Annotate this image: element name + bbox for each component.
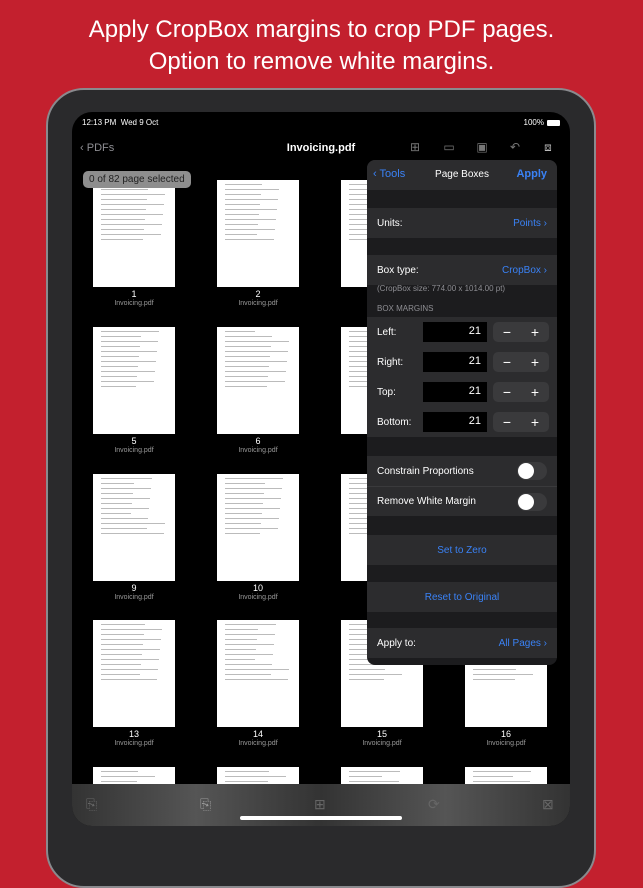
apply-to-row[interactable]: Apply to: All Pages › <box>367 628 557 658</box>
units-value: Points <box>513 217 541 229</box>
page-number: 6 <box>255 436 261 446</box>
bottom-toolbar: ⎘ ⎘ ⊞ ⟳ ⊠ <box>72 784 570 826</box>
margin-input[interactable]: 21 <box>423 382 487 402</box>
time: 12:13 PM <box>82 118 117 127</box>
box-type-row[interactable]: Box type: CropBox › <box>367 255 557 285</box>
headline-line: Option to remove white margins. <box>148 48 495 75</box>
headline-line: Apply CropBox margins to crop PDF pages. <box>88 16 555 43</box>
headline: Apply CropBox margins to crop PDF pages.… <box>0 14 643 78</box>
reset-button[interactable]: Reset to Original <box>367 582 557 612</box>
page-number: 10 <box>252 583 263 593</box>
page-boxes-panel: ‹ Tools Page Boxes Apply Units: Points › … <box>367 160 557 665</box>
set-to-zero-button[interactable]: Set to Zero <box>367 535 557 565</box>
remove-white-toggle[interactable] <box>517 492 547 511</box>
page-thumbnail[interactable] <box>93 180 175 287</box>
rotate-page-icon[interactable]: ⟳ <box>428 796 440 813</box>
apply-to-label: Apply to: <box>377 637 416 649</box>
apply-button[interactable]: Apply <box>516 168 547 180</box>
margin-input[interactable]: 21 <box>423 352 487 372</box>
increment-button[interactable]: + <box>521 412 549 432</box>
page-number: 16 <box>500 729 511 739</box>
margin-stepper[interactable]: − + <box>493 382 549 402</box>
box-type-label: Box type: <box>377 264 419 276</box>
margin-stepper[interactable]: − + <box>493 352 549 372</box>
add-page-icon[interactable]: ⊞ <box>314 796 326 813</box>
page-thumbnail[interactable] <box>93 620 175 727</box>
constrain-toggle[interactable] <box>517 462 547 480</box>
section-header: BOX MARGINS <box>377 304 434 313</box>
document-title: Invoicing.pdf <box>286 142 356 154</box>
home-indicator <box>240 816 402 820</box>
margin-label: Right: <box>377 356 404 368</box>
page-number: 1 <box>131 289 137 299</box>
page-filename: Invoicing.pdf <box>362 740 402 747</box>
decrement-button[interactable]: − <box>493 322 521 342</box>
toolbox-icon[interactable]: ⧈ <box>539 140 557 156</box>
page-number: 13 <box>128 729 139 739</box>
date: Wed 9 Oct <box>120 118 159 127</box>
decrement-button[interactable]: − <box>493 382 521 402</box>
apply-to-value: All Pages <box>498 637 541 649</box>
page-number: 14 <box>252 729 263 739</box>
page-number: 15 <box>376 729 387 739</box>
margin-label: Bottom: <box>377 416 412 428</box>
page-filename: Invoicing.pdf <box>114 740 154 747</box>
page-number: 5 <box>131 436 137 446</box>
margin-stepper[interactable]: − + <box>493 412 549 432</box>
increment-button[interactable]: + <box>521 352 549 372</box>
remove-white-label: Remove White Margin <box>377 496 476 507</box>
grid-icon[interactable]: ⊞ <box>406 140 424 156</box>
box-size-note: (CropBox size: 774.00 x 1014.00 pt) <box>377 284 506 293</box>
copy-icon[interactable]: ⎘ <box>200 796 211 813</box>
save-as-icon[interactable]: ▣ <box>473 140 491 156</box>
page-thumbnail[interactable] <box>93 474 175 581</box>
page-thumbnail[interactable] <box>217 327 299 434</box>
margin-label: Left: <box>377 326 397 338</box>
battery-level: 100% <box>523 118 544 127</box>
status-bar: 12:13 PM Wed 9 Oct 100% <box>82 118 560 127</box>
decrement-button[interactable]: − <box>493 412 521 432</box>
page-filename: Invoicing.pdf <box>238 447 278 454</box>
page-filename: Invoicing.pdf <box>114 594 154 601</box>
margin-stepper[interactable]: − + <box>493 322 549 342</box>
page-number: 2 <box>255 289 261 299</box>
units-row[interactable]: Units: Points › <box>367 208 557 238</box>
page-filename: Invoicing.pdf <box>486 740 526 747</box>
page-filename: Invoicing.pdf <box>238 594 278 601</box>
screen: 12:13 PM Wed 9 Oct 100% ‹ PDFs Invoicing… <box>72 112 570 826</box>
page-filename: Invoicing.pdf <box>114 447 154 454</box>
page-thumbnail[interactable] <box>217 620 299 727</box>
increment-button[interactable]: + <box>521 382 549 402</box>
margin-label: Top: <box>377 386 396 398</box>
page-thumbnail[interactable] <box>93 327 175 434</box>
extract-icon[interactable]: ⎘ <box>86 796 97 813</box>
units-label: Units: <box>377 217 403 229</box>
margin-input[interactable]: 21 <box>423 322 487 342</box>
increment-button[interactable]: + <box>521 322 549 342</box>
page-thumbnail[interactable] <box>217 180 299 287</box>
save-icon[interactable]: ▭ <box>440 140 458 156</box>
page-number: 9 <box>131 583 137 593</box>
delete-page-icon[interactable]: ⊠ <box>542 796 554 813</box>
box-type-value: CropBox <box>501 264 541 276</box>
undo-icon[interactable]: ↶ <box>506 140 524 156</box>
constrain-row: Constrain Proportions <box>367 456 557 486</box>
selection-badge: 0 of 82 page selected <box>83 171 191 188</box>
battery-icon <box>547 119 560 126</box>
margin-input[interactable]: 21 <box>423 412 487 432</box>
panel-header: ‹ Tools Page Boxes Apply <box>367 160 557 190</box>
page-filename: Invoicing.pdf <box>238 300 278 307</box>
remove-white-row: Remove White Margin <box>367 486 557 516</box>
page-filename: Invoicing.pdf <box>114 300 154 307</box>
nav-bar: ‹ PDFs Invoicing.pdf ⊞ ▭ ▣ ↶ ⧈ <box>72 138 570 162</box>
constrain-label: Constrain Proportions <box>377 465 474 477</box>
page-filename: Invoicing.pdf <box>238 740 278 747</box>
decrement-button[interactable]: − <box>493 352 521 372</box>
page-thumbnail[interactable] <box>217 474 299 581</box>
